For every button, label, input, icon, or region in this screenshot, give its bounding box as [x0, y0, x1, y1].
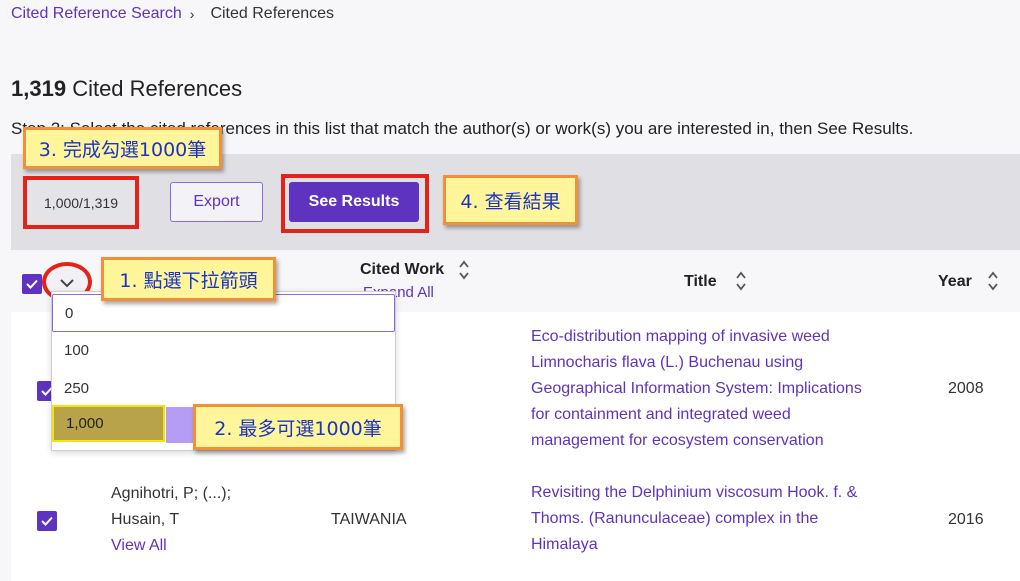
check-icon	[41, 516, 53, 526]
title-line: Limnocharis flava (L.) Buchenau using	[531, 354, 804, 371]
selected-count: 1,000/1,319	[23, 176, 139, 229]
breadcrumb-parent-link[interactable]: Cited Reference Search	[11, 5, 182, 23]
title-line: for containment and integrated weed	[531, 406, 791, 423]
chevron-down-icon[interactable]	[60, 278, 74, 288]
title-line: Eco-distribution mapping of invasive wee…	[531, 328, 830, 345]
title-line: Geographical Information System: Implica…	[531, 380, 862, 397]
year-cell: 2008	[948, 380, 984, 397]
year-cell: 2016	[948, 511, 984, 528]
title-link[interactable]: Revisiting the Delphinium viscosum Hook.…	[531, 480, 857, 558]
sort-icon[interactable]	[735, 270, 747, 292]
check-icon	[26, 279, 38, 289]
sort-icon[interactable]	[987, 270, 999, 292]
title-line: Revisiting the Delphinium viscosum Hook.…	[531, 484, 858, 501]
column-header-title[interactable]: Title	[684, 273, 717, 291]
annotation-callout: 2. 最多可選1000筆	[193, 404, 403, 450]
page-title-label: Cited References	[72, 76, 243, 101]
annotation-callout: 3. 完成勾選1000筆	[23, 127, 222, 169]
annotation-callout: 4. 查看結果	[443, 175, 578, 225]
export-button[interactable]: Export	[170, 182, 263, 222]
see-results-button[interactable]: See Results	[289, 182, 419, 222]
dropdown-option[interactable]: 250	[52, 370, 395, 407]
page-title: 1,319 Cited References	[11, 76, 242, 102]
title-link[interactable]: Eco-distribution mapping of invasive wee…	[531, 324, 862, 454]
dropdown-option-selected[interactable]: 1,000	[52, 405, 165, 442]
sort-icon[interactable]	[458, 259, 470, 281]
column-header-year[interactable]: Year	[938, 273, 972, 291]
select-all-checkbox[interactable]	[22, 274, 42, 294]
column-header-cited-work[interactable]: Cited Work	[360, 261, 444, 279]
breadcrumb-current: Cited References	[210, 5, 335, 22]
title-line: Thoms. (Ranunculaceae) complex in the	[531, 510, 819, 527]
breadcrumb: Cited Reference Search › Cited Reference…	[11, 5, 334, 23]
author-line: Husain, T	[111, 511, 180, 528]
breadcrumb-separator: ›	[189, 6, 195, 22]
result-count: 1,319	[11, 76, 67, 101]
view-all-link[interactable]: View All	[111, 537, 167, 555]
annotation-callout: 1. 點選下拉箭頭	[101, 257, 276, 301]
cited-work-cell: TAIWANIA	[331, 511, 407, 528]
title-line: Himalaya	[531, 536, 598, 553]
row-checkbox[interactable]	[37, 511, 57, 531]
title-line: management for ecosystem conservation	[531, 432, 824, 449]
author-line: Agnihotri, P; (...);	[111, 485, 232, 502]
dropdown-option[interactable]: 100	[52, 332, 395, 369]
